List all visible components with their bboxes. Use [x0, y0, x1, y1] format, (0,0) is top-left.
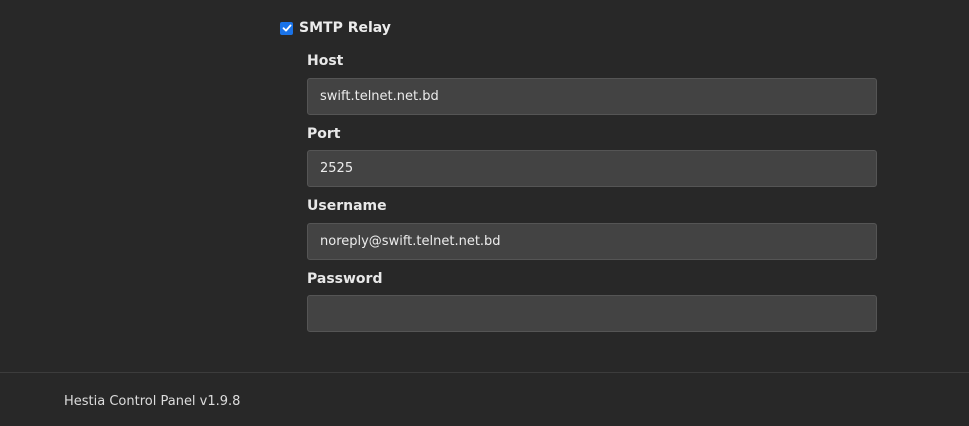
footer-version-text: Hestia Control Panel v1.9.8	[64, 394, 241, 409]
port-label: Port	[307, 126, 341, 142]
password-input[interactable]	[307, 295, 877, 332]
smtp-relay-checkbox[interactable]	[280, 21, 293, 35]
smtp-settings-page: SMTP Relay Host Port Username Password H…	[0, 0, 969, 426]
host-input[interactable]	[307, 78, 877, 115]
password-label: Password	[307, 271, 383, 287]
port-input[interactable]	[307, 150, 877, 187]
checkmark-icon	[282, 24, 291, 32]
username-label: Username	[307, 198, 387, 214]
host-label: Host	[307, 53, 344, 69]
smtp-relay-label[interactable]: SMTP Relay	[299, 20, 391, 36]
username-input[interactable]	[307, 223, 877, 260]
smtp-relay-row: SMTP Relay	[280, 18, 391, 38]
footer-divider	[0, 372, 969, 373]
